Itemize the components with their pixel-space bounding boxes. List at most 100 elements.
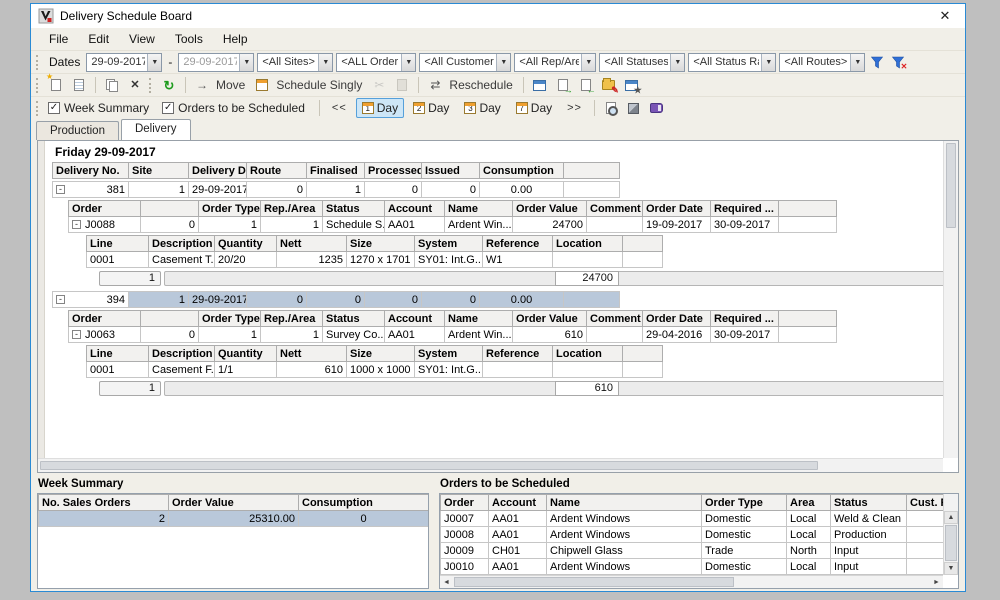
column-header[interactable]: System — [415, 236, 483, 252]
close-button[interactable]: ✕ — [925, 4, 965, 28]
column-header[interactable]: Order Type — [199, 311, 261, 327]
column-header[interactable]: Order Type — [702, 495, 787, 511]
summary-row[interactable]: 225310.000 — [39, 511, 429, 527]
orders-vertical-scrollbar[interactable]: ▲▼ — [943, 494, 958, 575]
grid-cell[interactable]: Ardent Windows — [547, 559, 702, 575]
grid-cell[interactable]: 0 — [141, 217, 199, 233]
chevron-down-icon[interactable]: ▼ — [147, 54, 161, 71]
grid-cell[interactable]: -J0088 — [69, 217, 141, 233]
column-header[interactable]: Site — [129, 163, 189, 179]
grid-cell[interactable]: Schedule S... — [323, 217, 385, 233]
grid-cell[interactable]: Local — [787, 559, 831, 575]
grid-cell[interactable]: Ardent Windows — [547, 527, 702, 543]
grid-cell[interactable]: Local — [787, 511, 831, 527]
grid-cell[interactable]: Local — [787, 527, 831, 543]
checkbox-checked-icon[interactable]: ✓ — [162, 102, 174, 114]
column-header[interactable]: Rep./Area — [261, 201, 323, 217]
delete-icon[interactable]: ✕ — [125, 76, 145, 95]
grid-cell[interactable]: 1000 x 1000 — [347, 362, 415, 378]
grid-cell[interactable]: Input — [831, 543, 907, 559]
print-preview-icon[interactable] — [601, 99, 621, 118]
grid-cell[interactable] — [553, 252, 623, 268]
grid-cell[interactable]: Domestic — [702, 527, 787, 543]
grid-cell[interactable]: Domestic — [702, 559, 787, 575]
day-view-button-1[interactable]: 1Day — [356, 98, 404, 118]
grid-cell[interactable]: 1 — [129, 182, 189, 198]
column-header[interactable]: Order Date — [643, 201, 711, 217]
column-header[interactable]: Order Value — [169, 495, 299, 511]
column-header[interactable]: Comment — [587, 311, 643, 327]
column-header[interactable]: Reference — [483, 346, 553, 362]
day-view-button-7[interactable]: 7Day — [510, 98, 558, 118]
chevron-down-icon[interactable]: ▼ — [670, 54, 684, 71]
scrollbar-thumb[interactable] — [454, 577, 734, 587]
column-header[interactable]: Quantity — [215, 236, 277, 252]
grid-cell[interactable]: 30-09-2017 — [711, 217, 779, 233]
column-header[interactable]: Size — [347, 346, 415, 362]
grid-cell[interactable] — [779, 217, 837, 233]
chevron-down-icon[interactable]: ▼ — [850, 54, 864, 71]
import-icon[interactable]: ← — [576, 76, 596, 95]
export-icon[interactable]: → — [553, 76, 573, 95]
grid-cell[interactable]: Trade — [702, 543, 787, 559]
collapse-expander-icon[interactable]: - — [72, 330, 81, 339]
grid-cell[interactable]: 0 — [307, 292, 365, 308]
column-header[interactable]: Required ... — [711, 201, 779, 217]
grid-cell[interactable]: J0010 — [441, 559, 489, 575]
column-header[interactable]: Account — [385, 311, 445, 327]
chevron-down-icon[interactable]: ▼ — [239, 54, 253, 71]
sites-filter-combo[interactable]: <All Sites>▼ — [257, 53, 333, 72]
date-to-combo[interactable]: 29-09-2017▼ — [178, 53, 254, 72]
grid-cell[interactable]: 0001 — [87, 252, 149, 268]
rep-area-filter-combo[interactable]: <All Rep/Area>▼ — [514, 53, 596, 72]
clear-filter-icon[interactable]: ✕ — [889, 53, 907, 71]
grid-cell[interactable]: Domestic — [702, 511, 787, 527]
column-header[interactable]: Name — [445, 311, 513, 327]
column-header[interactable]: Status — [323, 201, 385, 217]
tab-delivery[interactable]: Delivery — [121, 119, 191, 140]
grid-cell[interactable]: AA01 — [489, 527, 547, 543]
move-button[interactable]: Move — [216, 78, 245, 92]
column-header[interactable]: Delivery D... — [189, 163, 247, 179]
apply-filter-icon[interactable] — [868, 53, 886, 71]
chevron-down-icon[interactable]: ▼ — [581, 54, 595, 71]
grid-cell[interactable]: 0.00 — [480, 292, 564, 308]
column-header[interactable] — [141, 201, 199, 217]
column-header[interactable]: Required ... — [711, 311, 779, 327]
refresh-board-icon[interactable] — [530, 76, 550, 95]
grid-cell[interactable]: J0007 — [441, 511, 489, 527]
grid-cell[interactable]: Ardent Win... — [445, 217, 513, 233]
column-header[interactable]: Reference — [483, 236, 553, 252]
grid-cell[interactable]: J0009 — [441, 543, 489, 559]
collapse-expander-icon[interactable]: - — [56, 185, 65, 194]
grid-cell[interactable]: 1 — [307, 182, 365, 198]
grid-cell[interactable] — [623, 252, 663, 268]
reschedule-button[interactable]: Reschedule — [449, 78, 512, 92]
grid-cell[interactable]: 20/20 — [215, 252, 277, 268]
grid-cell[interactable] — [587, 327, 643, 343]
column-header[interactable]: Description — [149, 346, 215, 362]
grid-cell[interactable]: Ardent Win... — [445, 327, 513, 343]
grid-cell[interactable]: 1 — [199, 217, 261, 233]
line-row[interactable]: 0001Casement F...1/16101000 x 1000SY01: … — [87, 362, 663, 378]
cube-icon[interactable] — [624, 99, 644, 118]
grid-cell[interactable]: Survey Co... — [323, 327, 385, 343]
grid-cell[interactable]: 610 — [277, 362, 347, 378]
column-header[interactable]: Account — [489, 495, 547, 511]
column-header[interactable]: System — [415, 346, 483, 362]
next-period-button[interactable]: >> — [561, 100, 588, 116]
grid-cell[interactable]: 29-09-2017 — [189, 292, 247, 308]
grid-cell[interactable] — [564, 292, 620, 308]
grid-cell[interactable]: -381 — [53, 182, 129, 198]
refresh-icon[interactable]: ↻ — [159, 76, 179, 95]
grid-cell[interactable]: Weld & Clean — [831, 511, 907, 527]
grid-cell[interactable]: Ardent Windows — [547, 511, 702, 527]
scroll-up-icon[interactable]: ▲ — [944, 511, 958, 524]
menu-item-tools[interactable]: Tools — [165, 30, 213, 48]
grid-cell[interactable] — [779, 327, 837, 343]
grid-cell[interactable]: -J0063 — [69, 327, 141, 343]
customers-filter-combo[interactable]: <All Customers>▼ — [419, 53, 511, 72]
grid-cell[interactable]: 1 — [261, 327, 323, 343]
grid-cell[interactable]: AA01 — [385, 327, 445, 343]
menu-item-edit[interactable]: Edit — [78, 30, 119, 48]
